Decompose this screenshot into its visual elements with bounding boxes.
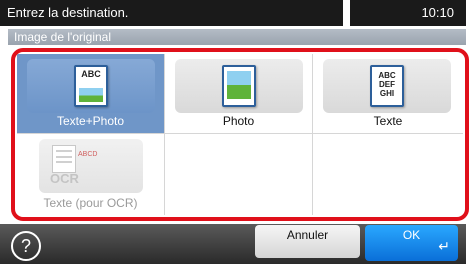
ok-button-label: OK xyxy=(402,228,421,242)
photo-icon xyxy=(222,65,256,107)
option-text-ocr-button[interactable]: OCR ABCD xyxy=(39,139,143,193)
option-label: Texte (pour OCR) xyxy=(43,196,138,210)
ok-button[interactable]: OK ↵ xyxy=(365,225,458,261)
option-text[interactable]: ABC DEF GHI Texte xyxy=(313,54,463,134)
option-text-button[interactable]: ABC DEF GHI xyxy=(323,59,451,113)
text-photo-icon: ABC xyxy=(74,65,108,107)
empty-cell xyxy=(313,134,463,215)
option-text-photo-button[interactable]: ABC xyxy=(27,59,155,113)
ocr-icon: OCR ABCD xyxy=(46,143,136,189)
bottom-bar: ? Annuler OK ↵ xyxy=(0,224,466,264)
options-grid: ABC Texte+Photo Photo ABCDEFGHI Texte xyxy=(17,54,463,215)
enter-icon: ↵ xyxy=(438,238,450,254)
option-label: Texte+Photo xyxy=(56,114,125,128)
status-bar: Entrez la destination. 10:10 xyxy=(0,0,466,26)
option-text-ocr[interactable]: OCR ABCD Texte (pour OCR) xyxy=(17,134,165,215)
option-text-photo[interactable]: ABC Texte+Photo xyxy=(17,54,165,134)
clock: 10:10 xyxy=(350,0,466,26)
original-image-options-panel: ABC Texte+Photo Photo ABCDEFGHI Texte xyxy=(11,48,469,221)
text-icon: ABC DEF GHI xyxy=(370,65,404,107)
option-photo[interactable]: Photo xyxy=(165,54,313,134)
option-label: Texte xyxy=(373,114,403,128)
empty-cell xyxy=(165,134,313,215)
option-photo-button[interactable] xyxy=(175,59,303,113)
destination-prompt: Entrez la destination. xyxy=(0,0,343,26)
section-title: Image de l'original xyxy=(8,29,466,45)
option-label: Photo xyxy=(222,114,255,128)
help-icon[interactable]: ? xyxy=(11,231,41,261)
cancel-button[interactable]: Annuler xyxy=(255,225,360,258)
